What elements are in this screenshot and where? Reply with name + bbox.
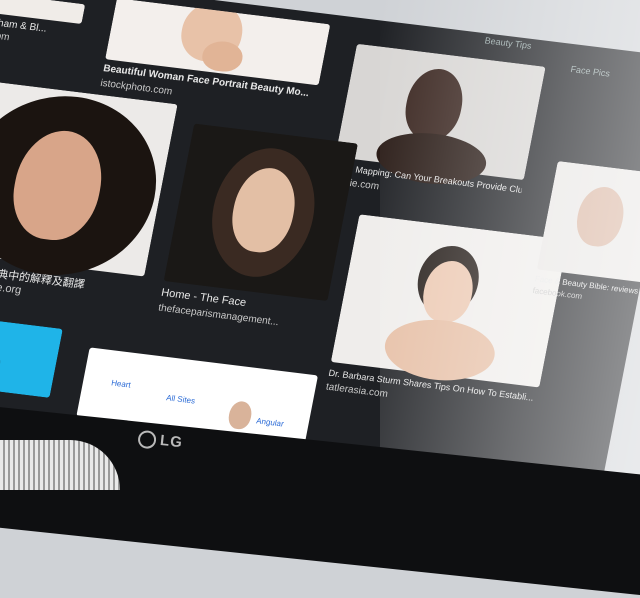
result-image[interactable]	[163, 123, 358, 302]
logo-text: LG	[159, 432, 184, 452]
result-tile-7[interactable]	[0, 313, 63, 398]
result-tile-6[interactable]: Dr. Barbara Sturm Shares Tips On How To …	[316, 214, 568, 466]
result-tile-5[interactable]: Home - The Face thefaceparismanagement..…	[152, 123, 358, 360]
result-source: facebook.com	[531, 286, 583, 301]
top-chip-1[interactable]: Beauty Tips	[484, 35, 533, 51]
result-source: tatlerasia.com	[324, 381, 389, 400]
result-source: thefaceparismanagement...	[157, 302, 280, 329]
result-source: .com	[0, 29, 11, 44]
result-image[interactable]	[335, 43, 546, 190]
result-tile-8[interactable]: Face & Beauty Bible: reviews on ... face…	[527, 161, 640, 332]
top-chip-2[interactable]: Face Pics	[570, 64, 611, 79]
card-link-angular[interactable]: Angular	[255, 416, 284, 428]
result-image[interactable]	[536, 161, 640, 283]
result-image[interactable]	[0, 79, 178, 286]
card-thumbnail	[226, 400, 254, 431]
card-link-heart[interactable]: Heart	[110, 378, 131, 389]
result-image[interactable]	[0, 313, 63, 398]
result-tile-1[interactable]: igham & Bl... .com	[0, 0, 86, 54]
result-tile-3[interactable]: Face Mapping: Can Your Breakouts Provide…	[327, 43, 546, 220]
portrait-face	[572, 184, 629, 249]
card-link-allsites[interactable]: All Sites	[165, 393, 195, 405]
lg-logo-icon	[137, 429, 157, 450]
portrait-hair	[0, 328, 6, 397]
portrait-face	[399, 65, 469, 144]
result-tile-4[interactable]: 酸痛英語詞典中的解釋及翻譯 ry.cambridge.org	[0, 79, 178, 321]
